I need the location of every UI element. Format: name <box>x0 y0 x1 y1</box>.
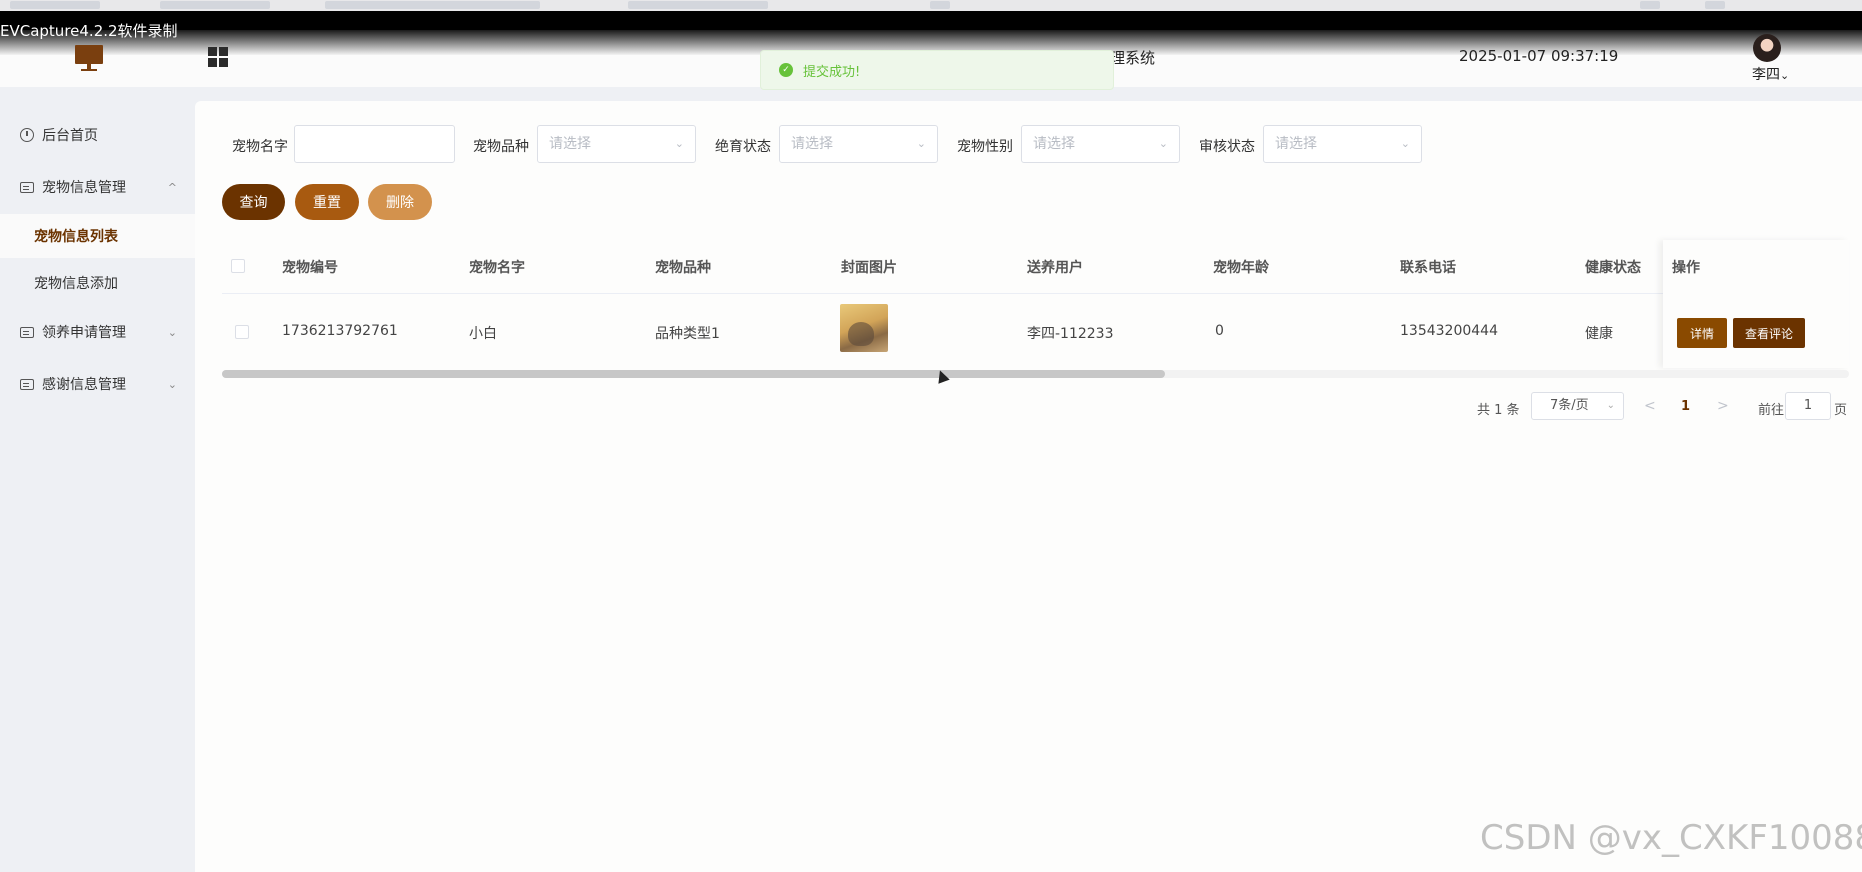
sidebar-item-pet-info[interactable]: 宠物信息管理 ^ <box>0 165 195 209</box>
username-label: 李四 <box>1752 67 1780 83</box>
main-panel <box>195 101 1862 872</box>
filter-label-gender: 宠物性别 <box>957 139 1013 155</box>
card-icon <box>20 326 34 338</box>
cell-name: 小白 <box>469 326 497 342</box>
chevron-down-icon: ⌄ <box>1606 400 1615 411</box>
clock-icon <box>20 128 34 142</box>
column-header-phone: 联系电话 <box>1400 260 1456 276</box>
sidebar-item-label: 宠物信息管理 <box>42 180 126 196</box>
chevron-down-icon: ⌄ <box>167 325 177 339</box>
column-header-health: 健康状态 <box>1585 260 1641 276</box>
sidebar-item-label: 宠物信息添加 <box>34 276 118 292</box>
filter-label-review: 审核状态 <box>1199 139 1255 155</box>
pagination-total: 共 1 条 <box>1477 403 1520 418</box>
pet-name-input[interactable] <box>294 125 455 163</box>
view-comments-button[interactable]: 查看评论 <box>1733 318 1805 348</box>
chevron-down-icon: ⌄ <box>167 377 177 391</box>
sterilized-placeholder: 请选择 <box>791 136 833 152</box>
sidebar-item-label: 领养申请管理 <box>42 325 126 341</box>
chevron-down-icon: ⌄ <box>1780 69 1790 82</box>
column-header-id: 宠物编号 <box>282 260 338 276</box>
reset-button[interactable]: 重置 <box>295 184 359 220</box>
monitor-logo-icon <box>75 45 103 71</box>
pet-cover-image[interactable] <box>840 304 888 352</box>
review-placeholder: 请选择 <box>1275 136 1317 152</box>
card-icon <box>20 181 34 193</box>
chevron-down-icon: ⌄ <box>916 137 926 150</box>
goto-page-input[interactable]: 1 <box>1785 392 1831 420</box>
page-suffix: 页 <box>1834 403 1848 418</box>
breed-select[interactable]: 请选择 ⌄ <box>537 125 696 163</box>
cell-phone: 13543200444 <box>1400 323 1498 339</box>
cell-health: 健康 <box>1585 326 1613 342</box>
cell-breed: 品种类型1 <box>655 326 720 342</box>
success-toast: ✓ 提交成功! <box>760 50 1114 90</box>
delete-button[interactable]: 删除 <box>368 184 432 220</box>
table-header-divider <box>222 293 1849 294</box>
filter-label-pet-name: 宠物名字 <box>232 139 288 155</box>
chevron-down-icon: ⌄ <box>1400 137 1410 150</box>
page-size-select[interactable]: 7条/页 ⌄ <box>1531 392 1624 420</box>
select-all-checkbox[interactable] <box>231 259 245 273</box>
chevron-down-icon: ⌄ <box>1158 137 1168 150</box>
avatar[interactable] <box>1753 34 1781 62</box>
gender-placeholder: 请选择 <box>1033 136 1075 152</box>
watermark-text: CSDN @vx_CXKF10088 <box>1480 818 1862 858</box>
cell-owner: 李四-112233 <box>1027 326 1114 342</box>
card-icon <box>20 378 34 390</box>
chevron-down-icon: ⌄ <box>674 137 684 150</box>
header-datetime: 2025-01-07 09:37:19 <box>1459 47 1619 65</box>
page-size-value: 7条/页 <box>1550 398 1589 413</box>
sidebar-item-label: 后台首页 <box>42 128 98 144</box>
sidebar-item-dashboard[interactable]: 后台首页 <box>0 113 195 157</box>
row-checkbox[interactable] <box>235 325 249 339</box>
filter-label-sterilized: 绝育状态 <box>715 139 771 155</box>
breed-placeholder: 请选择 <box>549 136 591 152</box>
page-number-current[interactable]: 1 <box>1681 399 1690 414</box>
column-header-age: 宠物年龄 <box>1213 260 1269 276</box>
toast-message: 提交成功! <box>803 64 861 80</box>
next-page-button[interactable]: > <box>1717 398 1729 414</box>
chevron-up-icon: ^ <box>167 180 177 194</box>
capture-title: EVCapture4.2.2软件录制 <box>0 22 178 40</box>
column-header-owner: 送养用户 <box>1027 260 1083 276</box>
column-header-actions: 操作 <box>1672 260 1700 276</box>
review-select[interactable]: 请选择 ⌄ <box>1263 125 1422 163</box>
cell-id: 1736213792761 <box>282 323 398 339</box>
check-circle-icon: ✓ <box>779 63 793 77</box>
goto-label: 前往 <box>1758 403 1785 418</box>
sterilized-select[interactable]: 请选择 ⌄ <box>779 125 938 163</box>
browser-tab-strip <box>0 0 1862 11</box>
cell-age: 0 <box>1215 323 1224 339</box>
system-name: 理系统 <box>1110 49 1156 67</box>
query-button[interactable]: 查询 <box>222 184 285 220</box>
gender-select[interactable]: 请选择 ⌄ <box>1021 125 1180 163</box>
sidebar-item-pet-add[interactable]: 宠物信息添加 <box>0 261 195 305</box>
filter-label-breed: 宠物品种 <box>473 139 529 155</box>
capture-bar <box>0 11 1862 30</box>
prev-page-button[interactable]: < <box>1644 398 1656 414</box>
sidebar-item-thanks[interactable]: 感谢信息管理 ⌄ <box>0 362 195 406</box>
user-menu[interactable]: 李四⌄ <box>1752 64 1789 84</box>
detail-button[interactable]: 详情 <box>1677 318 1727 348</box>
table-scrollbar[interactable] <box>222 370 1165 378</box>
sidebar-item-label: 宠物信息列表 <box>34 229 118 245</box>
sidebar-item-adoption[interactable]: 领养申请管理 ⌄ <box>0 310 195 354</box>
column-header-name: 宠物名字 <box>469 260 525 276</box>
column-header-cover: 封面图片 <box>841 260 897 276</box>
sidebar-item-pet-list[interactable]: 宠物信息列表 <box>0 214 195 258</box>
column-header-breed: 宠物品种 <box>655 260 711 276</box>
menu-grid-icon[interactable] <box>208 47 228 67</box>
sidebar-item-label: 感谢信息管理 <box>42 377 126 393</box>
